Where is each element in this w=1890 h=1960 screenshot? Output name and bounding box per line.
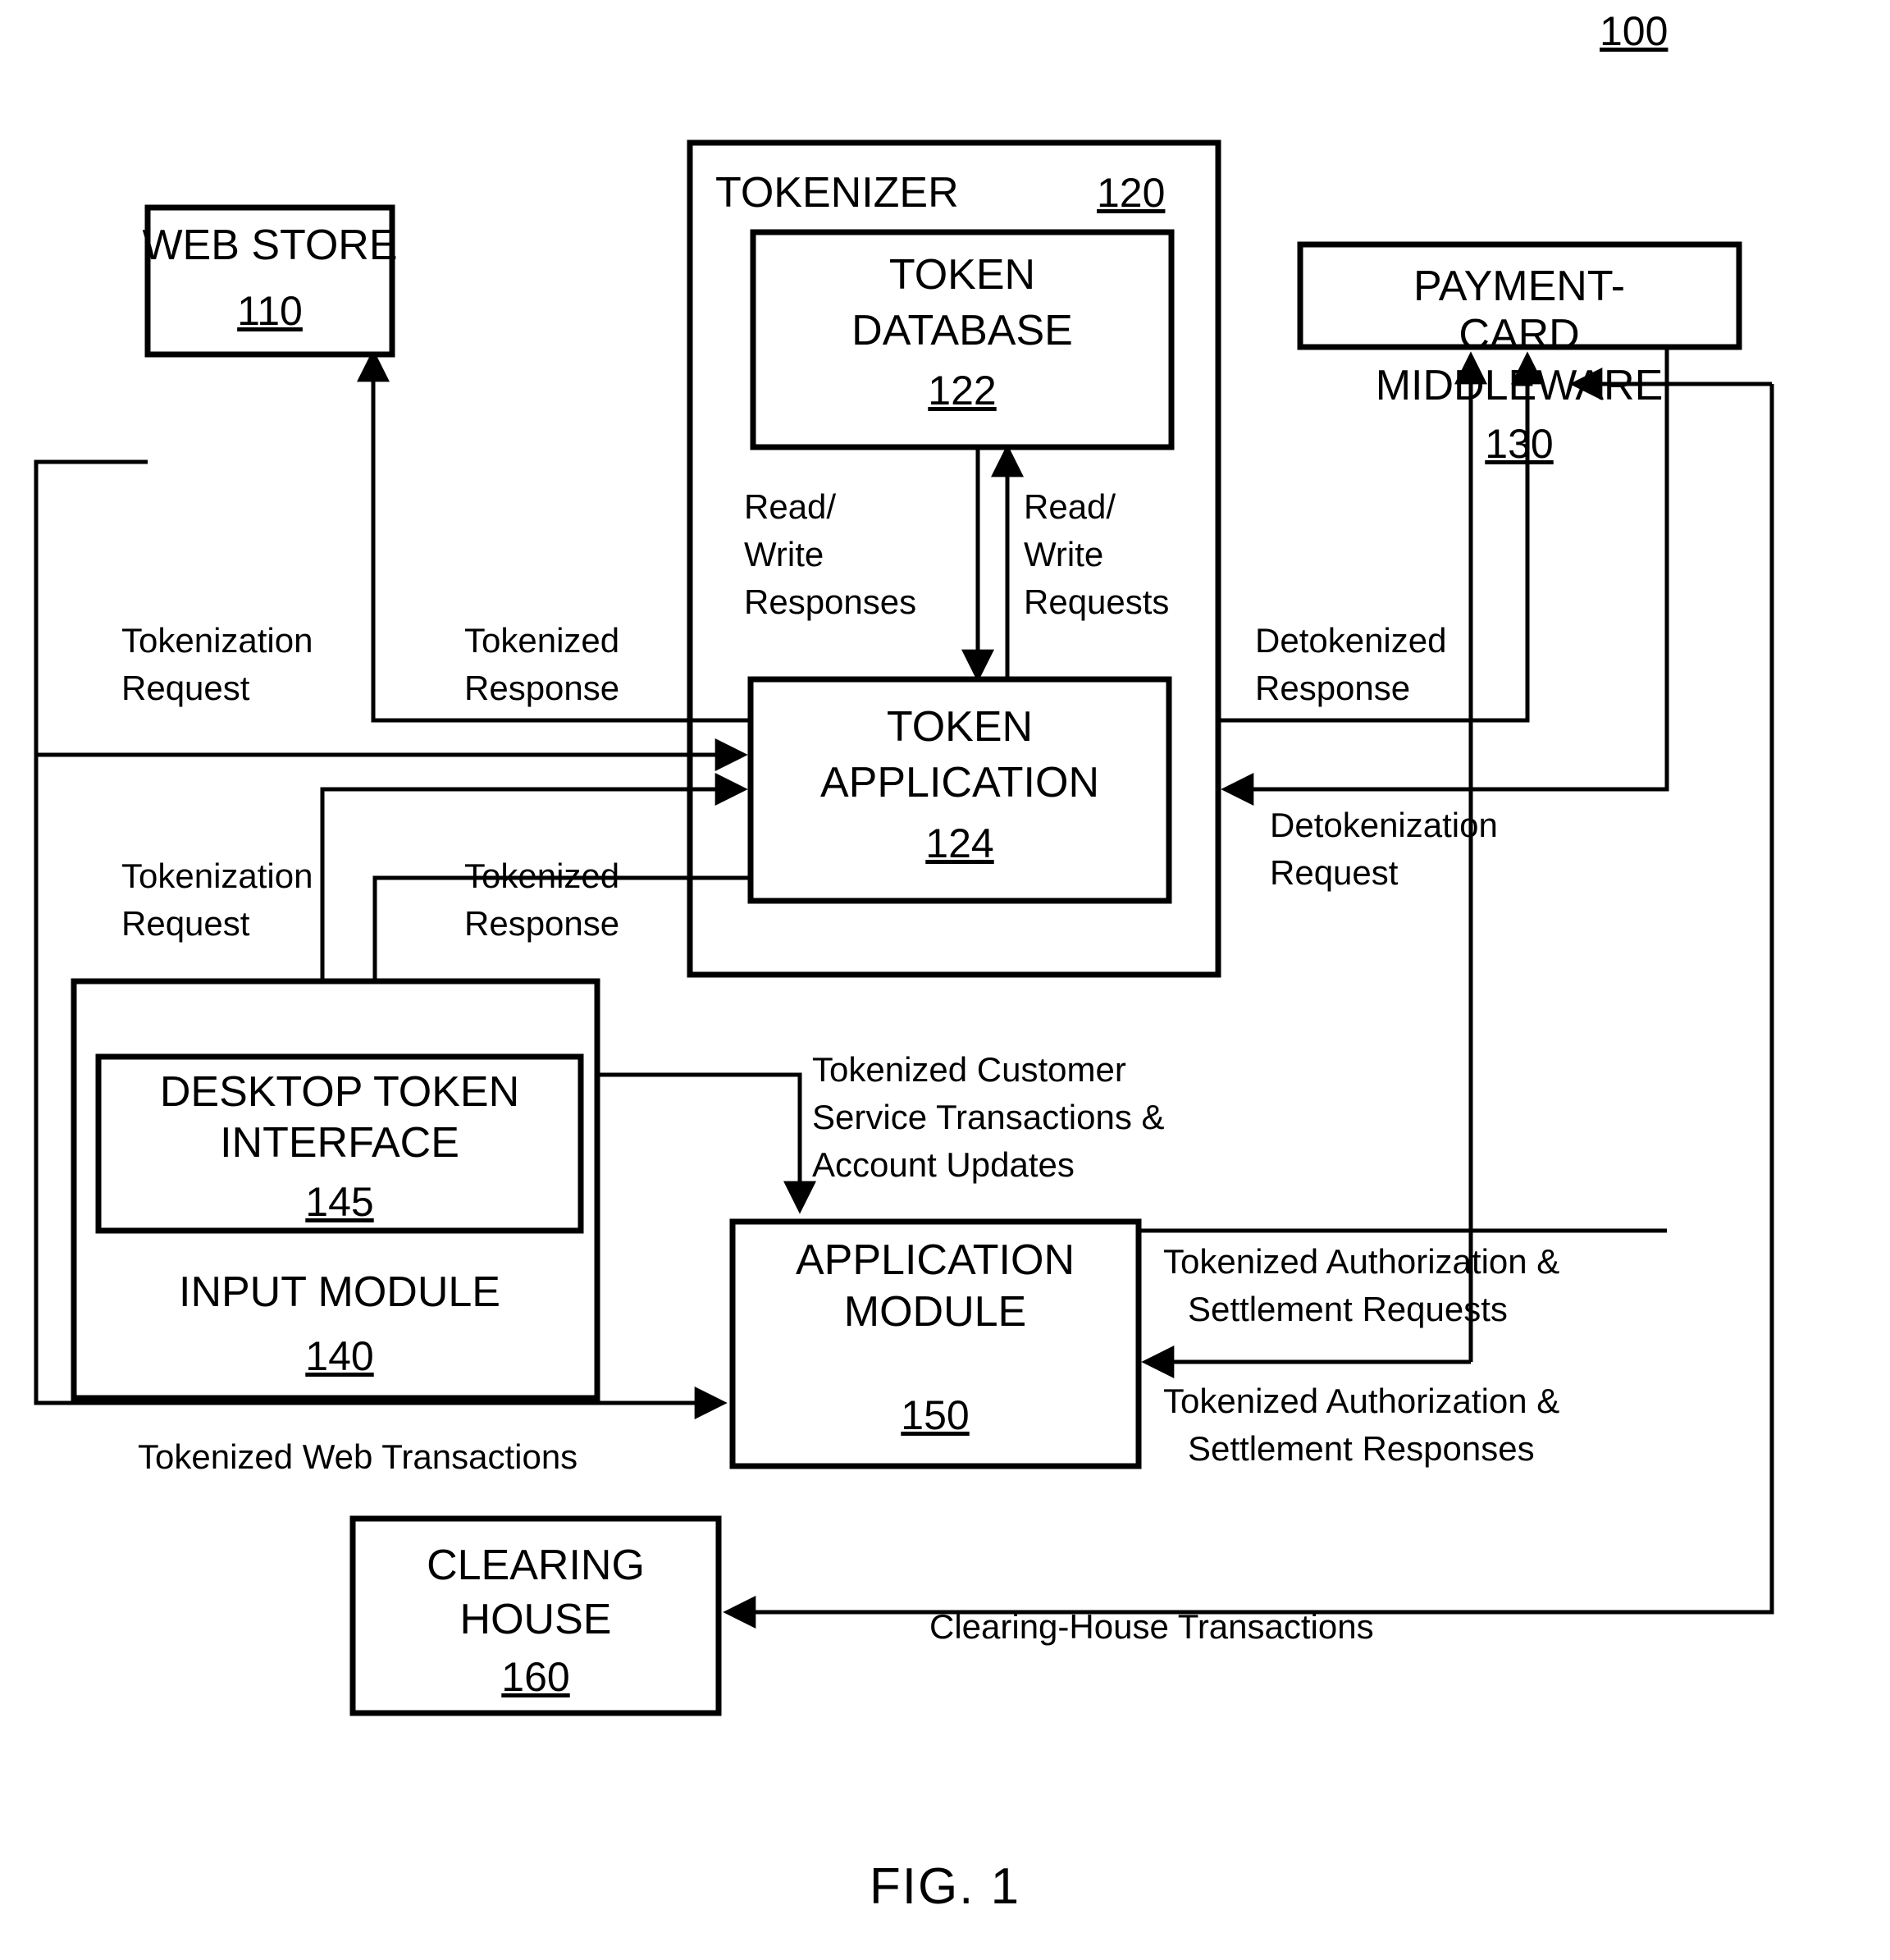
clearing-house-transactions-label: Clearing-House Transactions: [929, 1607, 1374, 1646]
dti-title-line2: INTERFACE: [220, 1119, 459, 1167]
clearing-house-title-line1: CLEARING: [427, 1542, 645, 1589]
token-database-ref: 122: [928, 368, 996, 413]
auth-settlement-requests-line2: Settlement Requests: [1188, 1290, 1508, 1328]
pcm-title-line1: PAYMENT-: [1413, 263, 1625, 310]
detokenized-response-arrow: [1218, 351, 1544, 723]
token-database-title-line1: TOKEN: [889, 251, 1035, 299]
desktop-tokenization-request-line1: Tokenization: [121, 857, 313, 895]
clearing-house-ref: 160: [501, 1654, 569, 1700]
read-write-responses-line1: Read/: [744, 487, 836, 526]
auth-settlement-responses-line2: Settlement Responses: [1188, 1429, 1535, 1468]
web-tokenization-request-arrow: [34, 459, 748, 771]
web-store-title: WEB STORE: [142, 222, 397, 269]
token-application-ref: 124: [925, 820, 993, 866]
web-tokenization-request-line1: Tokenization: [121, 621, 313, 660]
auth-settlement-requests-line1: Tokenized Authorization &: [1163, 1242, 1559, 1281]
detokenization-request-line1: Detokenization: [1270, 806, 1498, 844]
figure-reference-numeral: 100: [1600, 8, 1668, 54]
pcm-ref: 130: [1485, 421, 1553, 467]
read-write-requests-line3: Requests: [1024, 583, 1169, 621]
tokenizer-ref: 120: [1097, 170, 1165, 216]
detokenized-response-line2: Response: [1255, 669, 1410, 707]
read-write-responses-line3: Responses: [744, 583, 916, 621]
desktop-tokenized-response-line1: Tokenized: [464, 857, 619, 895]
token-database-title-line2: DATABASE: [851, 307, 1073, 354]
application-module-ref: 150: [901, 1392, 969, 1438]
tokenized-customer-service-line1: Tokenized Customer: [812, 1050, 1126, 1089]
read-write-requests-line2: Write: [1024, 535, 1103, 573]
figure-caption: FIG. 1: [870, 1858, 1020, 1915]
input-module-ref: 140: [305, 1333, 373, 1379]
token-application-title-line1: TOKEN: [887, 703, 1033, 751]
web-tokenization-request-line2: Request: [121, 669, 250, 707]
pcm-title-line2: CARD: [1459, 311, 1579, 359]
dti-ref: 145: [305, 1179, 373, 1225]
read-write-requests-line1: Read/: [1024, 487, 1116, 526]
dti-title-line1: DESKTOP TOKEN: [160, 1068, 519, 1116]
auth-settlement-responses-line1: Tokenized Authorization &: [1163, 1382, 1559, 1420]
input-module-title: INPUT MODULE: [179, 1268, 500, 1316]
tokenized-customer-service-line2: Service Transactions &: [812, 1098, 1165, 1136]
desktop-tokenization-request-line2: Request: [121, 904, 250, 943]
read-write-responses-line2: Write: [744, 535, 824, 573]
figure-canvas: 100 TOKENIZER 120 WEB STORE 110 TOKEN DA…: [34, 8, 1774, 1915]
tokenized-customer-service-line3: Account Updates: [812, 1145, 1075, 1184]
pcm-title-line3: MIDDLEWARE: [1376, 362, 1664, 409]
application-module-title-line1: APPLICATION: [796, 1236, 1075, 1284]
web-store-ref: 110: [237, 288, 303, 334]
detokenization-request-line2: Request: [1270, 853, 1399, 892]
token-application-title-line2: APPLICATION: [820, 759, 1099, 806]
web-tokenized-response-line2: Response: [464, 669, 619, 707]
desktop-tokenized-response-line2: Response: [464, 904, 619, 943]
application-module-title-line2: MODULE: [844, 1288, 1026, 1336]
tokenized-web-transactions-label: Tokenized Web Transactions: [138, 1437, 578, 1476]
tokenizer-title: TOKENIZER: [715, 169, 959, 217]
patent-figure-sheet: 100 TOKENIZER 120 WEB STORE 110 TOKEN DA…: [0, 0, 1890, 1960]
clearing-house-title-line2: HOUSE: [460, 1596, 612, 1643]
detokenized-response-line1: Detokenized: [1255, 621, 1446, 660]
detokenization-request-arrow: [1221, 347, 1669, 806]
web-tokenized-response-line1: Tokenized: [464, 621, 619, 660]
